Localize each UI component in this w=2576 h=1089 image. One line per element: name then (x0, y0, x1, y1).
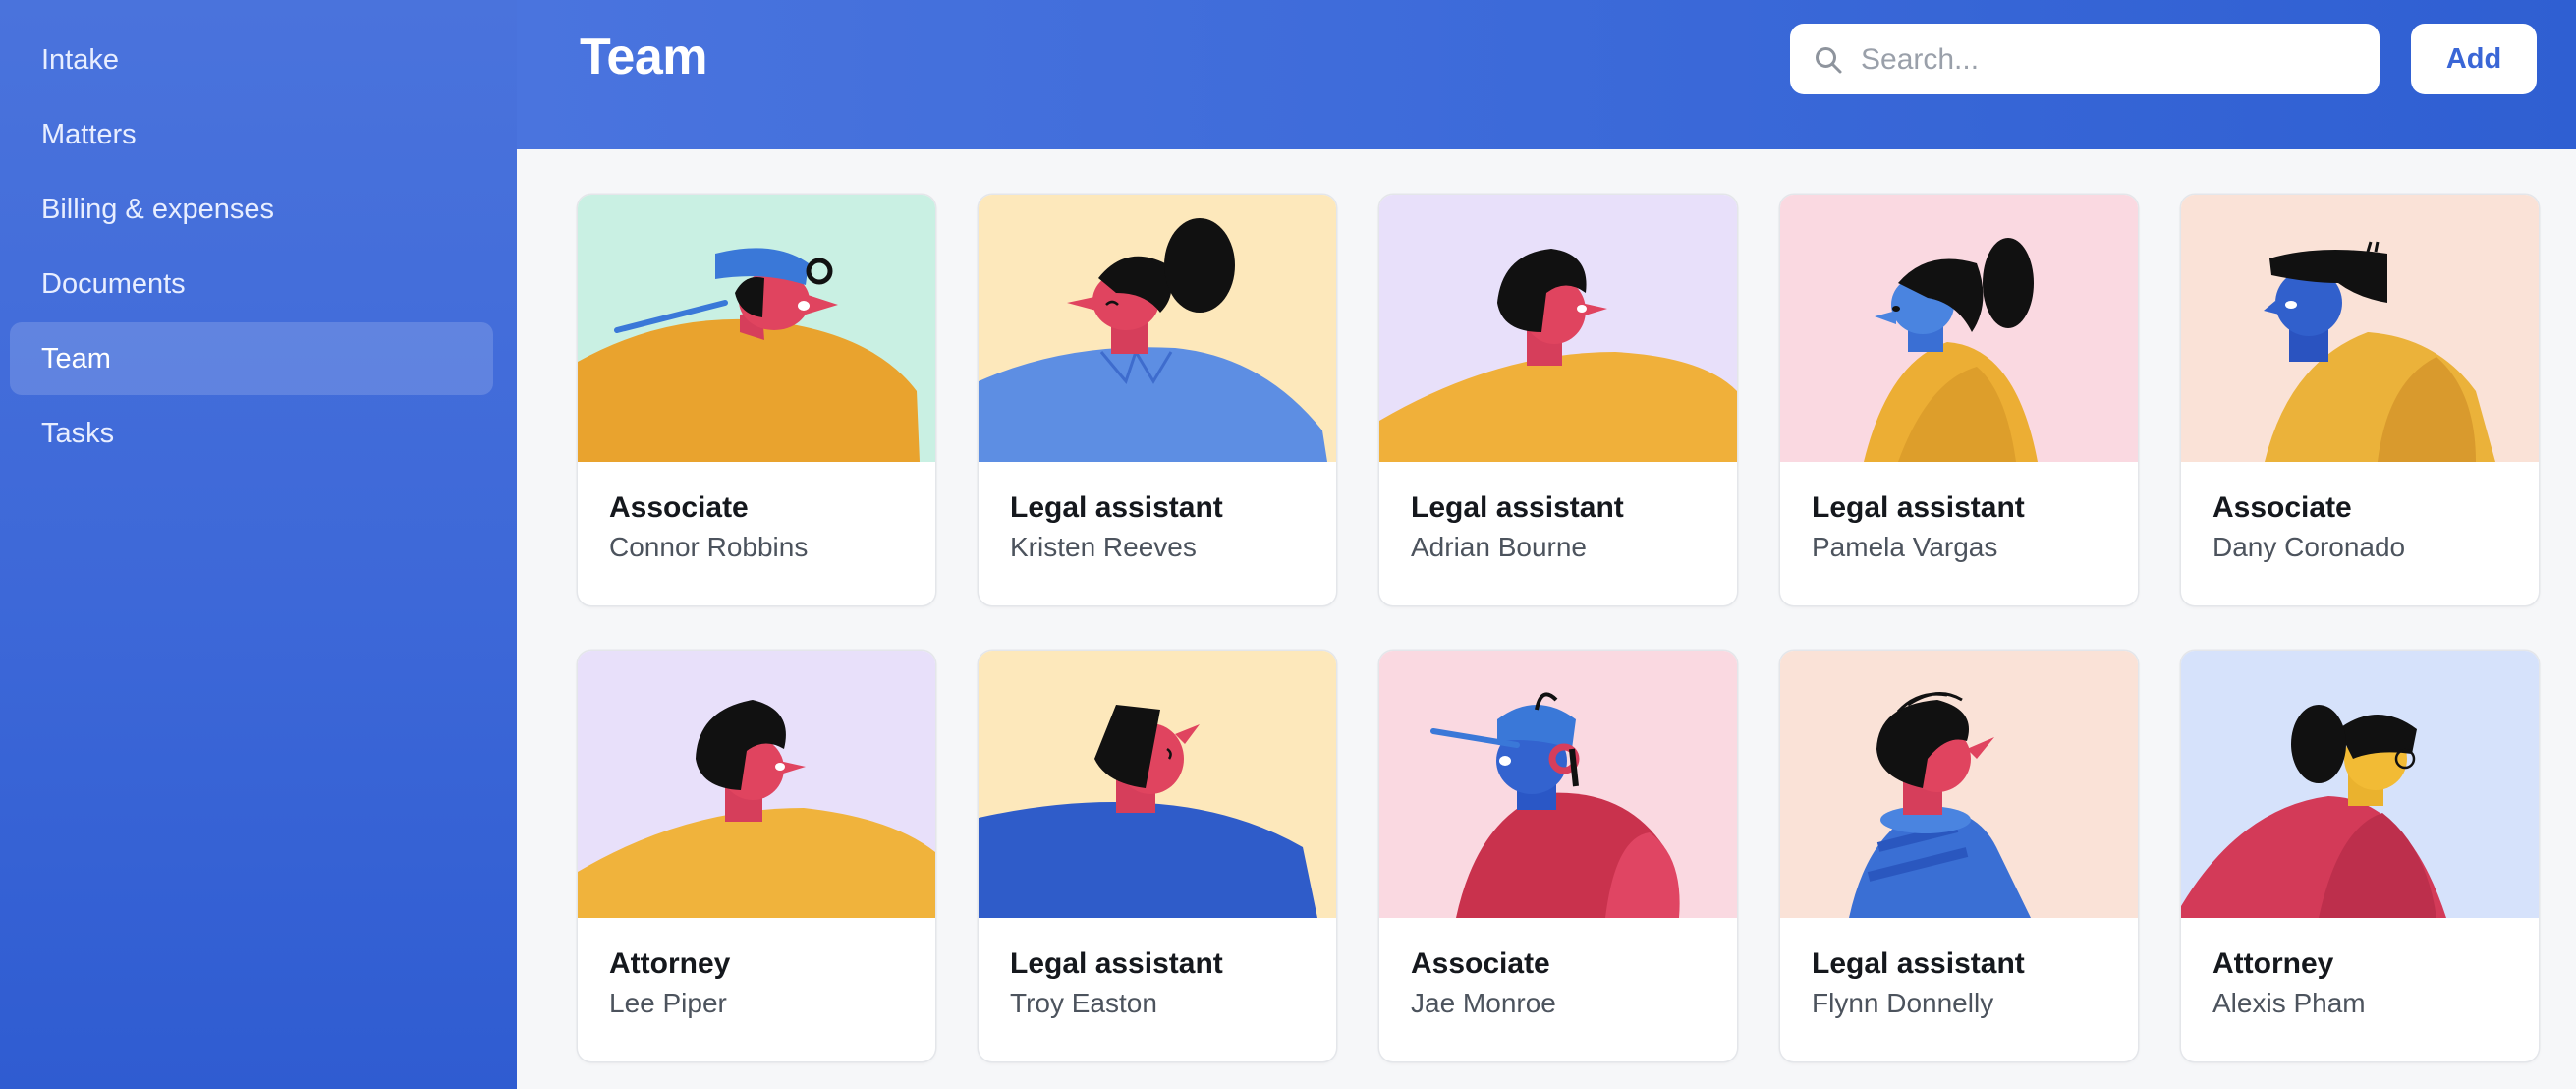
avatar (578, 651, 935, 918)
search-input[interactable] (1859, 24, 2354, 96)
avatar (1780, 195, 2138, 462)
avatar (578, 195, 935, 462)
search-box[interactable] (1790, 24, 2380, 96)
team-card-dany-coronado[interactable]: Associate Dany Coronado (2181, 195, 2539, 605)
avatar (979, 651, 1336, 918)
member-role: Legal assistant (1010, 947, 1223, 980)
member-role: Legal assistant (1411, 491, 1624, 524)
member-name: Kristen Reeves (1010, 532, 1197, 562)
team-card-pamela-vargas[interactable]: Legal assistant Pamela Vargas (1780, 195, 2138, 605)
team-card-troy-easton[interactable]: Legal assistant Troy Easton (979, 651, 1336, 1061)
member-name: Dany Coronado (2212, 532, 2406, 562)
sidebar: Intake Matters Billing & expenses Docume… (0, 0, 517, 1089)
avatar (2181, 195, 2539, 462)
member-name: Flynn Donnelly (1812, 988, 1994, 1018)
member-role: Legal assistant (1812, 947, 2025, 980)
member-role: Attorney (2212, 947, 2334, 980)
member-role: Legal assistant (1812, 491, 2025, 524)
avatar (2181, 651, 2539, 918)
team-card-lee-piper[interactable]: Attorney Lee Piper (578, 651, 935, 1061)
member-role: Legal assistant (1010, 491, 1223, 524)
avatar (979, 195, 1336, 462)
page-header: Team Add (517, 0, 2576, 149)
member-name: Jae Monroe (1411, 988, 1556, 1018)
search-icon (1816, 47, 1842, 74)
member-name: Lee Piper (609, 988, 727, 1018)
member-name: Adrian Bourne (1411, 532, 1588, 562)
member-name: Connor Robbins (609, 532, 809, 562)
member-name: Alexis Pham (2212, 988, 2366, 1018)
member-name: Pamela Vargas (1812, 532, 1998, 562)
team-card-connor-robbins[interactable]: Associate Connor Robbins (578, 195, 935, 605)
sidebar-item-matters[interactable]: Matters (10, 98, 493, 171)
team-card-alexis-pham[interactable]: Attorney Alexis Pham (2181, 651, 2539, 1061)
avatar (1780, 651, 2138, 918)
member-role: Associate (2212, 491, 2352, 524)
sidebar-item-billing-expenses[interactable]: Billing & expenses (10, 173, 493, 246)
member-name: Troy Easton (1010, 988, 1157, 1018)
team-card-kristen-reeves[interactable]: Legal assistant Kristen Reeves (979, 195, 1336, 605)
avatar (1379, 651, 1737, 918)
member-role: Attorney (609, 947, 731, 980)
team-card-jae-monroe[interactable]: Associate Jae Monroe (1379, 651, 1737, 1061)
member-role: Associate (1411, 947, 1550, 980)
sidebar-item-team[interactable]: Team (10, 322, 493, 395)
team-card-flynn-donnelly[interactable]: Legal assistant Flynn Donnelly (1780, 651, 2138, 1061)
sidebar-item-intake[interactable]: Intake (10, 24, 493, 96)
member-role: Associate (609, 491, 749, 524)
add-button[interactable]: Add (2411, 24, 2537, 94)
page-title: Team (580, 29, 707, 86)
team-card-adrian-bourne[interactable]: Legal assistant Adrian Bourne (1379, 195, 1737, 605)
sidebar-item-tasks[interactable]: Tasks (10, 397, 493, 470)
avatar (1379, 195, 1737, 462)
sidebar-item-documents[interactable]: Documents (10, 248, 493, 320)
